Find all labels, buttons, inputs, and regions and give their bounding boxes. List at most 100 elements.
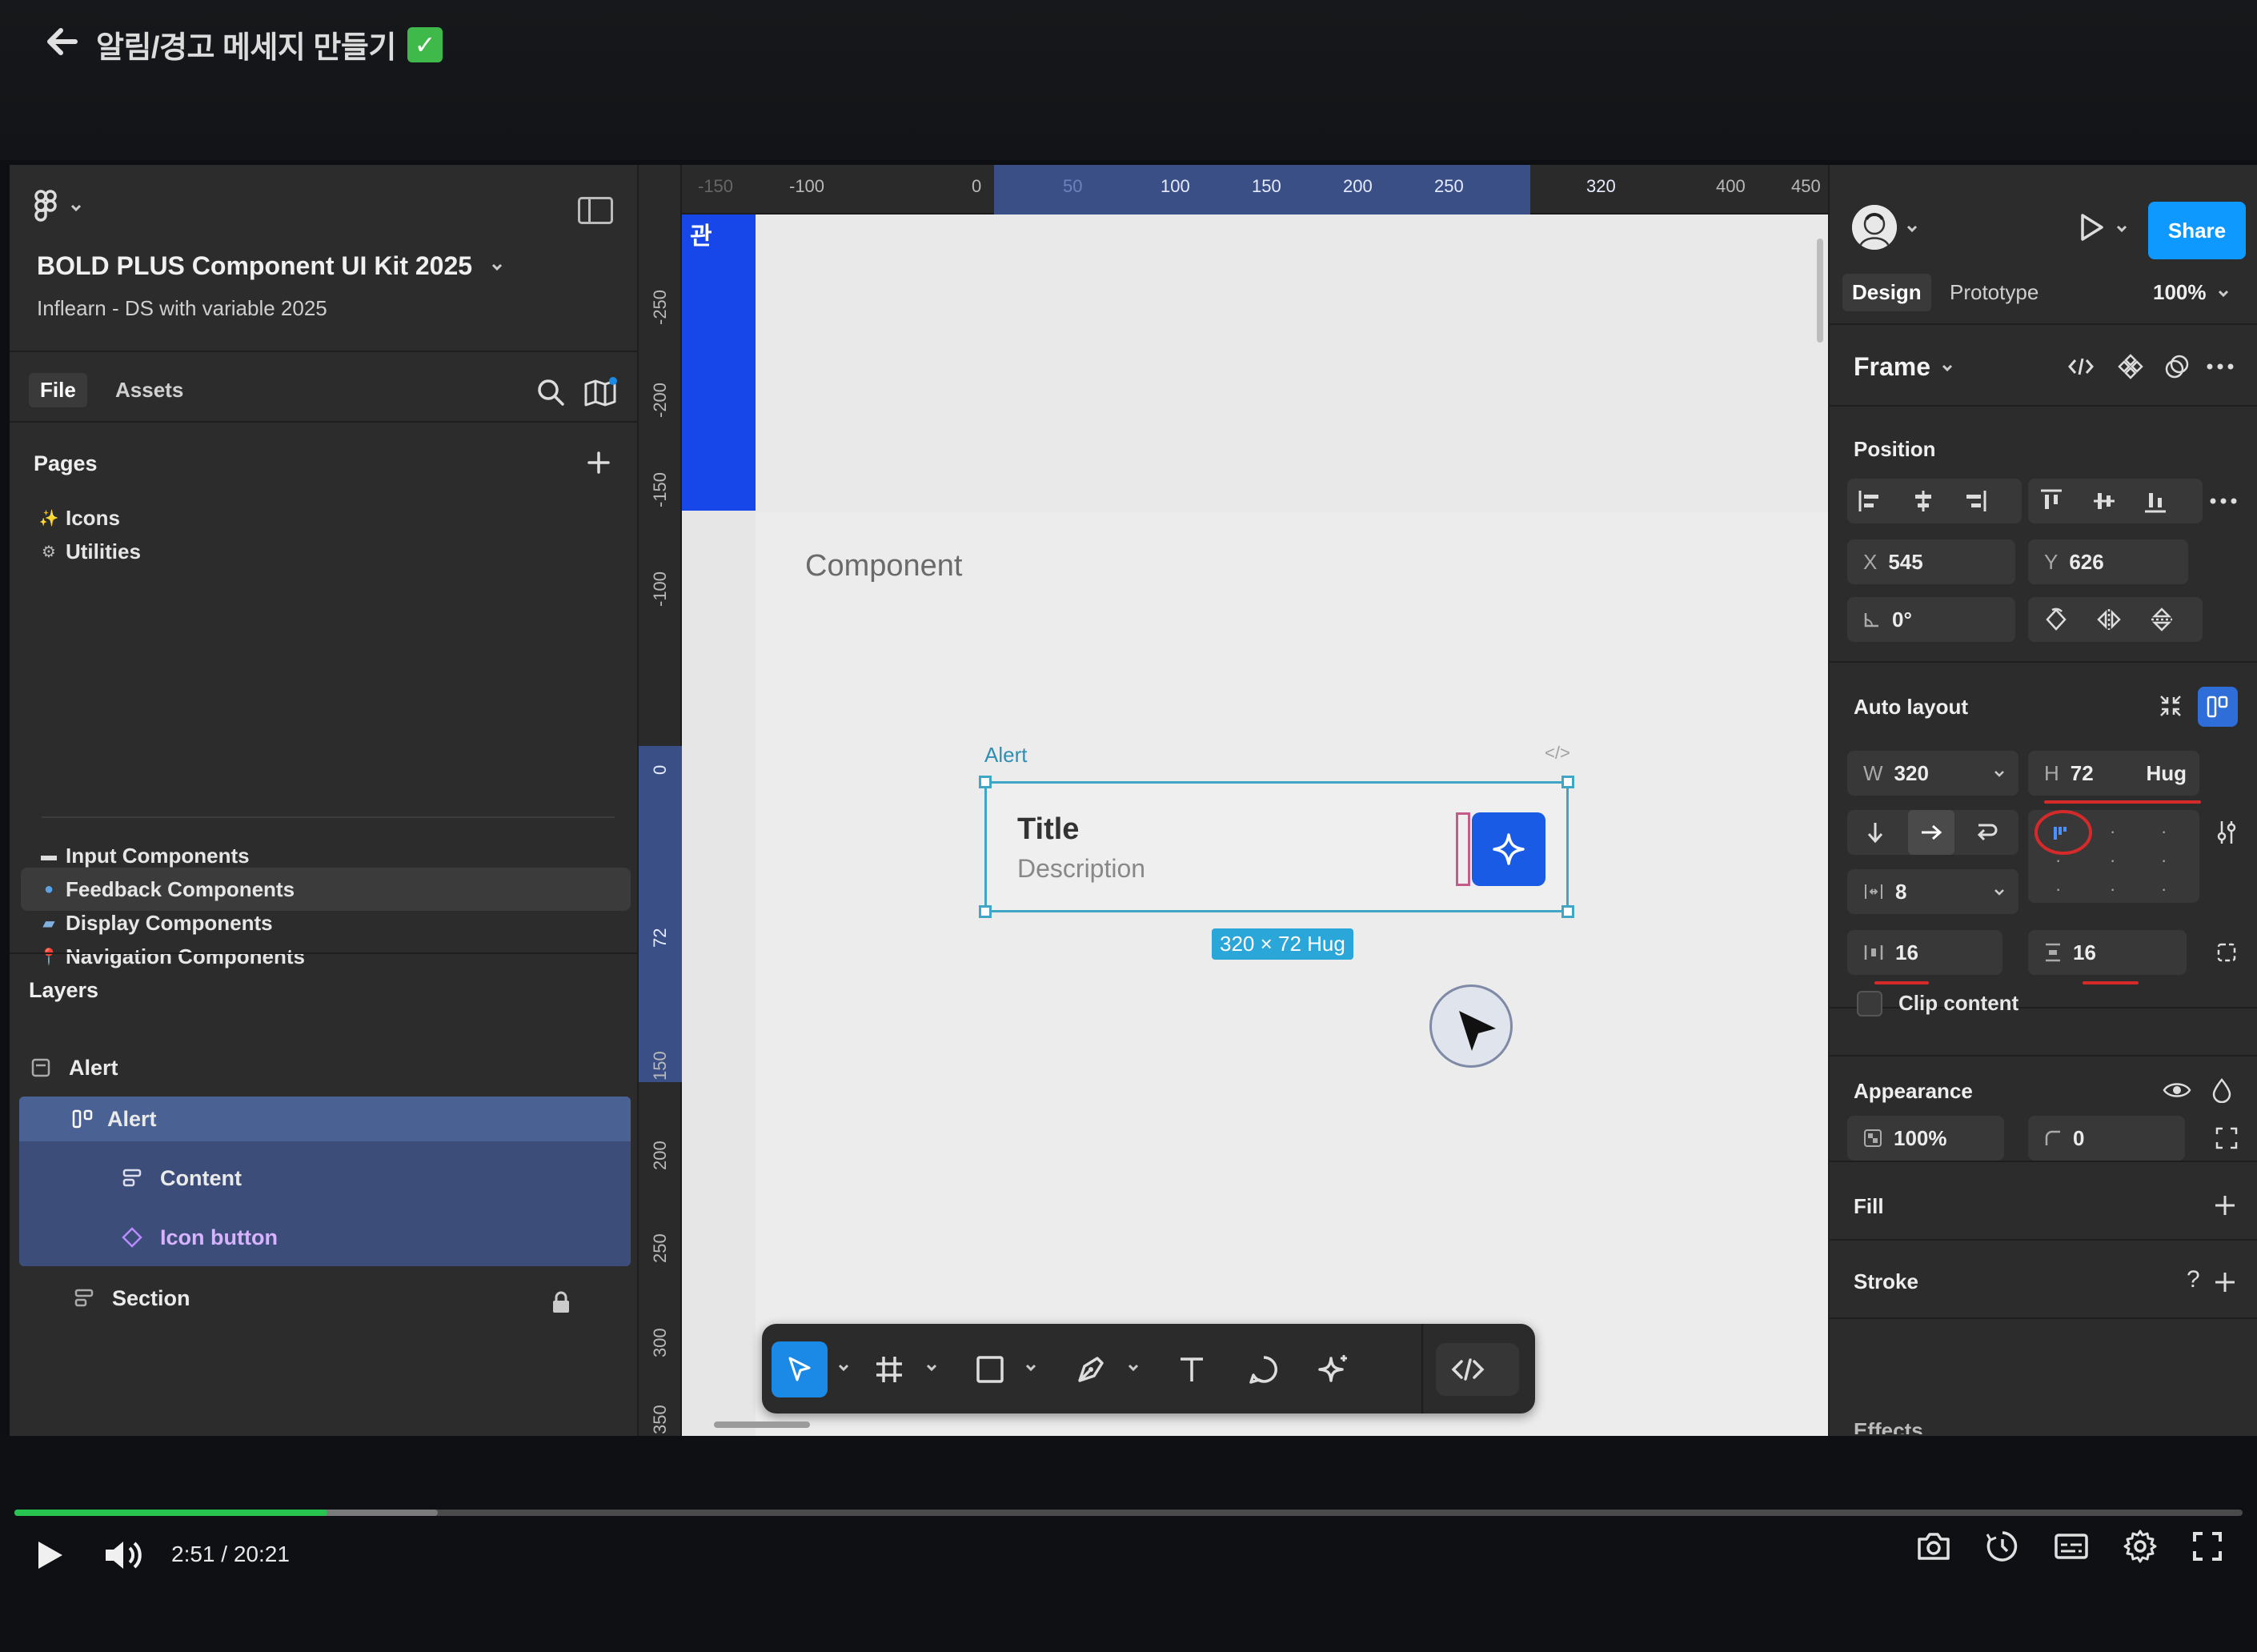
more-options-icon[interactable] [2204, 351, 2236, 383]
add-page-plus-icon[interactable] [583, 447, 615, 479]
drop-blend-icon[interactable] [2206, 1074, 2238, 1106]
align-dot[interactable]: · [2161, 879, 2167, 900]
vertical-scrollbar[interactable] [1817, 239, 1823, 343]
align-right-icon[interactable] [1951, 479, 1998, 523]
independent-corners-icon[interactable] [2211, 1122, 2243, 1154]
figma-menu-button[interactable] [34, 189, 83, 226]
align-dot[interactable]: · [2110, 879, 2115, 900]
frame-tool-button[interactable] [861, 1341, 917, 1397]
chevron-down-icon[interactable] [924, 1359, 940, 1375]
frame-type-dropdown[interactable]: Frame [1854, 352, 1954, 382]
fullscreen-icon[interactable] [2185, 1524, 2230, 1569]
alert-title[interactable]: Title [1017, 812, 1079, 847]
align-dot[interactable]: · [2055, 850, 2061, 871]
page-item-utilities[interactable]: ⚙ Utilities [21, 530, 631, 573]
align-dot[interactable]: · [2055, 879, 2061, 900]
library-icon[interactable] [583, 376, 618, 408]
align-dot[interactable]: · [2161, 850, 2167, 871]
auto-layout-toggle-icon[interactable] [2198, 687, 2238, 727]
camera-snapshot-icon[interactable] [1911, 1524, 1956, 1569]
blue-header-block[interactable]: 관 [682, 215, 756, 511]
collapse-arrows-icon[interactable] [2155, 690, 2187, 722]
clip-content-checkbox[interactable] [1857, 991, 1882, 1016]
horizontal-padding-field[interactable]: 16 [1847, 930, 2002, 975]
resize-handle[interactable] [1561, 905, 1574, 918]
subtitles-icon[interactable] [2049, 1524, 2094, 1569]
x-position-field[interactable]: X 545 [1847, 539, 2015, 584]
help-question-icon[interactable]: ? [2187, 1266, 2200, 1293]
y-position-field[interactable]: Y 626 [2028, 539, 2188, 584]
wrap-arrow-icon[interactable] [1962, 810, 2009, 855]
volume-icon[interactable] [102, 1535, 147, 1575]
align-horizontal-center-icon[interactable] [1900, 479, 1946, 523]
move-tool-button[interactable] [772, 1341, 828, 1397]
back-arrow-icon[interactable] [43, 22, 82, 61]
settings-gear-icon[interactable] [2118, 1524, 2163, 1569]
flip-vertical-icon[interactable] [2139, 597, 2185, 642]
rotation-field[interactable]: 0° [1847, 597, 2015, 642]
align-dot[interactable]: · [2110, 850, 2115, 871]
video-progress-bar[interactable] [14, 1510, 2243, 1516]
lock-icon[interactable] [551, 1290, 571, 1314]
ai-tool-button[interactable] [1306, 1341, 1362, 1397]
icon-button[interactable] [1472, 812, 1545, 886]
chevron-down-icon[interactable] [1905, 221, 1919, 235]
shape-tool-button[interactable] [962, 1341, 1018, 1397]
sidebar-toggle-icon[interactable] [578, 197, 613, 224]
more-options-icon[interactable] [2207, 485, 2239, 517]
direction-vertical-arrow-icon[interactable] [1852, 810, 1898, 855]
tab-assets[interactable]: Assets [104, 373, 194, 407]
chevron-down-icon[interactable] [1023, 1359, 1039, 1375]
frame-name-label[interactable]: Alert [984, 743, 1027, 768]
component-diamond-icon[interactable] [2115, 351, 2147, 383]
resize-handle[interactable] [979, 905, 992, 918]
align-dot[interactable]: · [2161, 821, 2167, 842]
layer-row-alert-frame[interactable]: Alert [72, 1095, 684, 1143]
add-stroke-plus-icon[interactable] [2209, 1266, 2241, 1298]
tab-prototype[interactable]: Prototype [1950, 280, 2039, 305]
resize-handle[interactable] [1561, 776, 1574, 788]
align-bottom-icon[interactable] [2132, 479, 2179, 523]
height-field[interactable]: H 72 Hug [2028, 751, 2199, 796]
layer-row-alert-component[interactable]: Alert [29, 1044, 640, 1092]
chevron-down-icon[interactable] [1125, 1359, 1141, 1375]
playback-speed-icon[interactable] [1980, 1524, 2025, 1569]
comment-tool-button[interactable] [1236, 1341, 1292, 1397]
layer-row-section[interactable]: Section [72, 1274, 684, 1322]
gap-field[interactable]: 8 [1847, 869, 2018, 914]
avatar[interactable] [1852, 205, 1897, 250]
file-name-dropdown[interactable]: BOLD PLUS Component UI Kit 2025 [37, 251, 504, 281]
opacity-field[interactable]: 100% [1847, 1116, 2004, 1161]
eye-icon[interactable] [2161, 1074, 2193, 1106]
add-fill-plus-icon[interactable] [2209, 1189, 2241, 1221]
rotate-90-icon[interactable] [2033, 597, 2079, 642]
share-button[interactable]: Share [2148, 202, 2246, 259]
play-icon[interactable] [29, 1535, 69, 1575]
pen-tool-button[interactable] [1063, 1341, 1119, 1397]
align-left-icon[interactable] [1847, 479, 1894, 523]
corner-radius-field[interactable]: 0 [2028, 1116, 2185, 1161]
flip-horizontal-icon[interactable] [2086, 597, 2132, 642]
align-top-icon[interactable] [2028, 479, 2075, 523]
mask-icon[interactable] [2161, 351, 2193, 383]
tab-design[interactable]: Design [1842, 274, 1931, 311]
alert-description[interactable]: Description [1017, 854, 1145, 884]
present-play-icon[interactable] [2075, 211, 2107, 243]
chevron-down-icon[interactable] [2115, 221, 2129, 235]
width-field[interactable]: W 320 [1847, 751, 2018, 796]
zoom-dropdown[interactable]: 100% [2153, 280, 2231, 305]
align-dot[interactable]: · [2110, 821, 2115, 842]
tab-file[interactable]: File [29, 373, 87, 407]
alert-component[interactable]: Title Description [979, 776, 1574, 918]
text-tool-button[interactable] [1164, 1341, 1220, 1397]
code-icon[interactable] [2065, 351, 2097, 383]
resize-handle[interactable] [979, 776, 992, 788]
horizontal-scrollbar[interactable] [714, 1421, 810, 1428]
direction-horizontal-arrow-icon[interactable] [1908, 810, 1954, 855]
search-icon[interactable] [535, 376, 567, 408]
chevron-down-icon[interactable] [836, 1359, 852, 1375]
vertical-padding-field[interactable]: 16 [2028, 930, 2187, 975]
align-vertical-center-icon[interactable] [2081, 479, 2127, 523]
independent-padding-icon[interactable] [2211, 936, 2243, 968]
design-canvas[interactable]: 관 Component Alert </> Title Description … [682, 215, 1828, 1436]
